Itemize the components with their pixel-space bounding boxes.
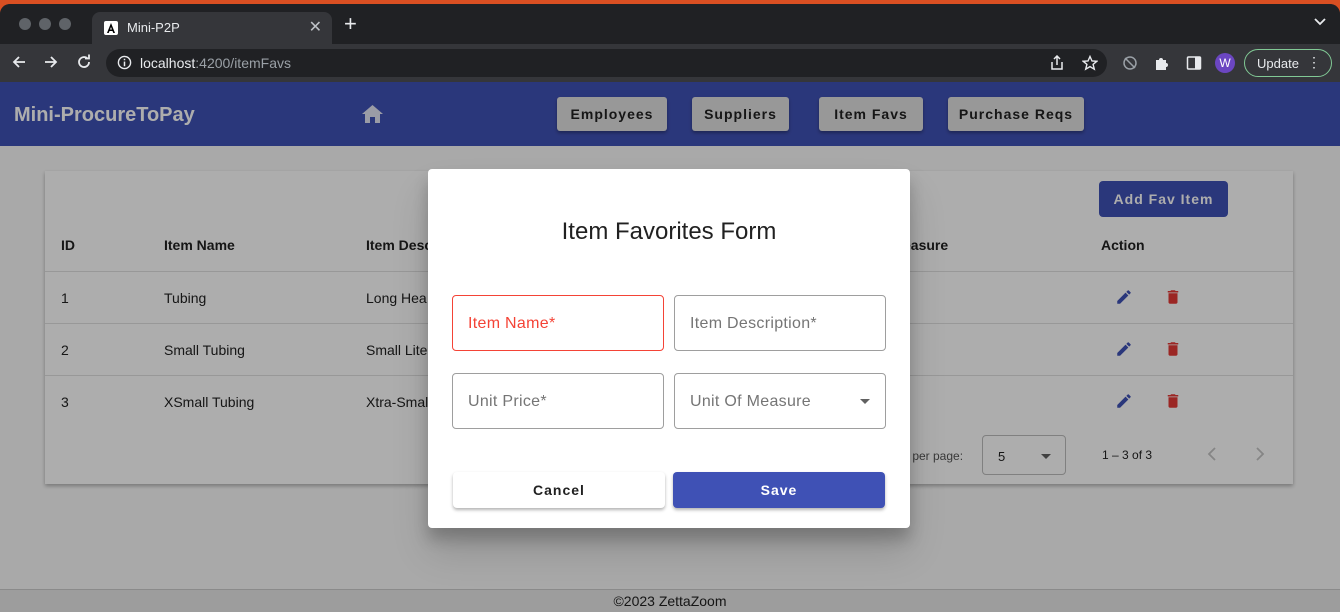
profile-avatar[interactable]: W xyxy=(1215,53,1235,73)
tab-search-icon[interactable] xyxy=(1314,18,1326,26)
angular-icon xyxy=(104,21,118,35)
web-page: Mini-ProcureToPay Employees Suppliers It… xyxy=(0,82,1340,612)
update-button[interactable]: Update ⋮ xyxy=(1244,49,1332,77)
minimize-window-button[interactable] xyxy=(39,18,51,30)
side-panel-icon[interactable] xyxy=(1186,55,1202,71)
item-name-field[interactable]: Item Name* xyxy=(452,295,664,351)
dialog-title: Item Favorites Form xyxy=(561,218,777,245)
reload-icon[interactable] xyxy=(76,54,92,70)
back-icon[interactable] xyxy=(11,54,27,70)
address-bar[interactable]: localhost:4200/itemFavs xyxy=(106,49,1107,77)
dropdown-arrow-icon xyxy=(860,399,870,404)
item-description-field[interactable]: Item Description* xyxy=(674,295,886,351)
item-name-label: Item Name* xyxy=(468,315,556,332)
tab-bar: Mini-P2P ✕ + xyxy=(0,4,1340,44)
browser-window: Mini-P2P ✕ + localhost:4200/itemFavs W U… xyxy=(0,4,1340,612)
update-label: Update xyxy=(1257,56,1299,71)
item-description-label: Item Description* xyxy=(690,315,817,332)
unit-of-measure-select[interactable]: Unit Of Measure xyxy=(674,373,886,429)
bookmark-star-icon[interactable] xyxy=(1082,55,1098,71)
unit-of-measure-label: Unit Of Measure xyxy=(690,393,811,410)
item-favorites-dialog: Item Favorites Form Item Name* Item Desc… xyxy=(428,169,910,528)
browser-tab[interactable]: Mini-P2P ✕ xyxy=(92,12,332,44)
close-window-button[interactable] xyxy=(19,18,31,30)
more-options-icon[interactable]: ⋮ xyxy=(1307,55,1321,69)
cancel-button[interactable]: Cancel xyxy=(453,472,665,508)
url-text: localhost:4200/itemFavs xyxy=(140,55,291,71)
share-icon[interactable] xyxy=(1050,55,1064,71)
tab-close-icon[interactable]: ✕ xyxy=(309,17,322,37)
tab-title: Mini-P2P xyxy=(127,20,180,35)
extensions-icon[interactable] xyxy=(1154,55,1170,71)
sync-off-icon[interactable] xyxy=(1122,55,1138,71)
new-tab-icon[interactable]: + xyxy=(344,13,357,35)
unit-price-field[interactable]: Unit Price* xyxy=(452,373,664,429)
save-button[interactable]: Save xyxy=(673,472,885,508)
forward-icon[interactable] xyxy=(43,54,59,70)
browser-toolbar: localhost:4200/itemFavs W Update ⋮ xyxy=(0,44,1340,82)
unit-price-label: Unit Price* xyxy=(468,393,547,410)
site-info-icon[interactable] xyxy=(117,55,132,70)
zoom-window-button[interactable] xyxy=(59,18,71,30)
